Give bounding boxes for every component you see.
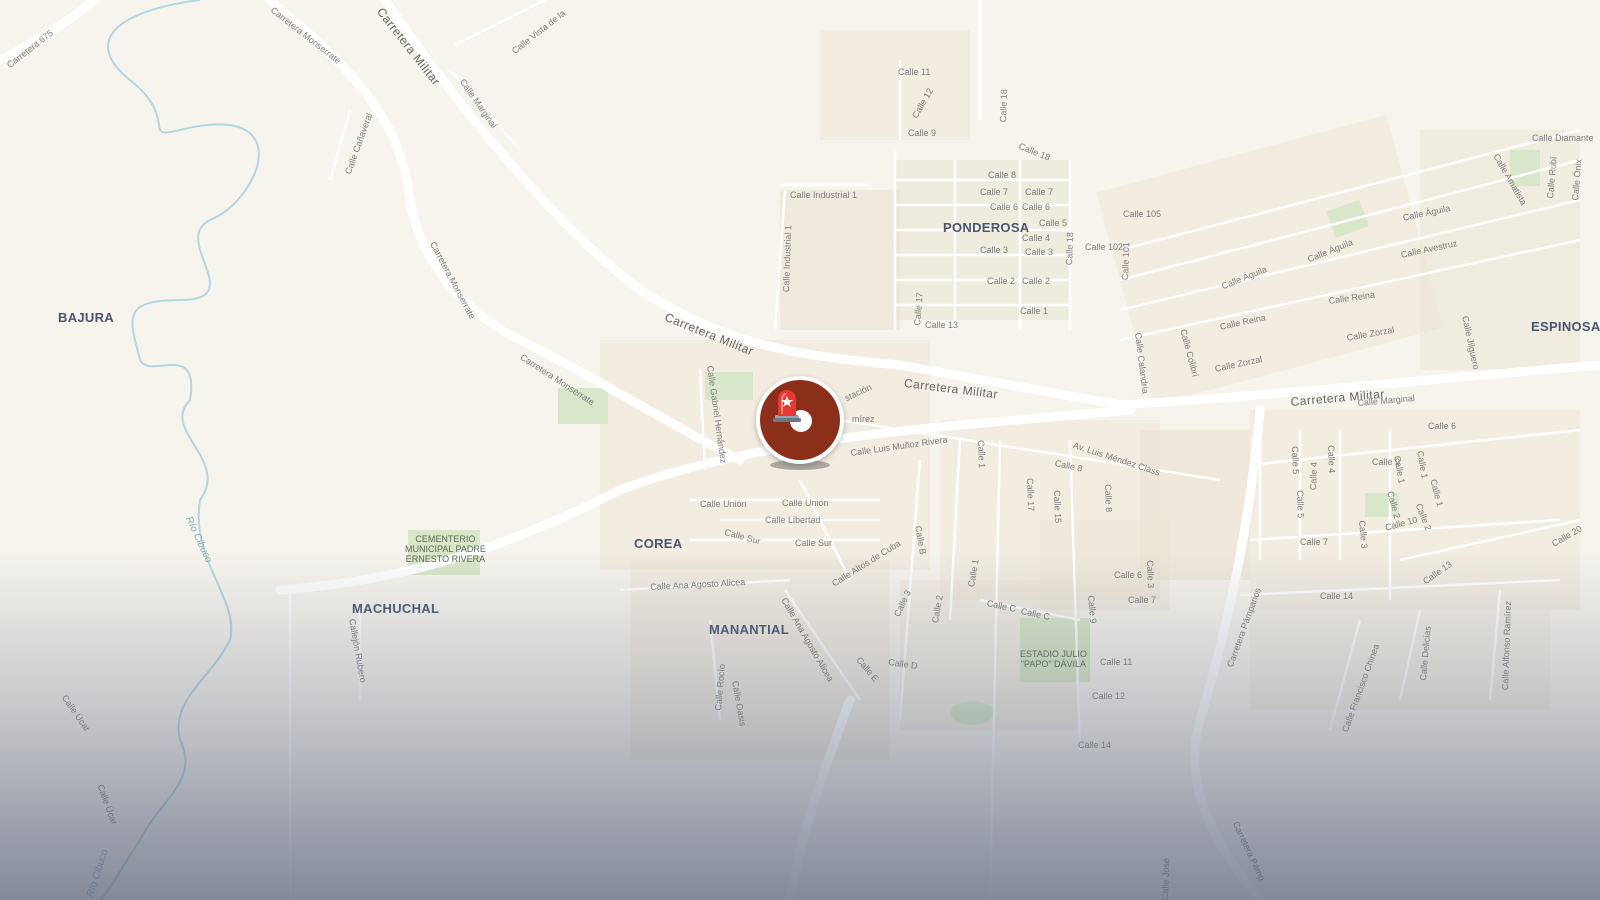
street-label: Calle Unión: [782, 498, 829, 508]
street-label: Calle Sur: [795, 538, 833, 548]
street-label: Calle 12: [1092, 691, 1126, 701]
street-label: Calle 6: [1022, 202, 1051, 212]
street-label: Calle 9: [908, 128, 937, 138]
neighborhood-label-manantial: MANANTIAL: [709, 622, 789, 637]
street-label: Calle 6: [1428, 421, 1457, 431]
street-label: Calle 3: [1145, 560, 1156, 589]
street-label: Calle 15: [1052, 490, 1064, 524]
street-label: Calle 2: [1022, 276, 1051, 286]
street-label: Calle 18: [998, 88, 1010, 123]
neighborhood-label-machuchal: MACHUCHAL: [352, 601, 440, 616]
street-label: Calle 3: [980, 245, 1009, 255]
street-label: Calle 4: [1308, 462, 1319, 491]
street-label: Calle 7: [1300, 537, 1329, 547]
street-label: Calle 5: [1290, 446, 1301, 475]
street-label: Calle 7: [980, 187, 1009, 197]
street-label: Calle 105: [1123, 209, 1162, 219]
street-label: Calle 11: [1100, 657, 1133, 667]
neighborhood-label-corea: COREA: [634, 536, 683, 551]
street-label: Calle 4: [1022, 233, 1051, 243]
street-label: Calle 102: [1085, 242, 1124, 252]
siren-icon: [773, 390, 801, 422]
street-label: Calle 1: [1020, 306, 1049, 316]
street-label: Calle 101: [1120, 241, 1132, 281]
street-label: Calle 8: [988, 170, 1017, 180]
street-label: Calle 5: [1039, 218, 1068, 228]
street-label: mírez: [852, 414, 875, 424]
street-label: Calle Libertad: [765, 515, 821, 525]
street-label: Calle 14: [1078, 740, 1112, 750]
poi-label-cemetery: CEMENTERIO MUNICIPAL PADRE ERNESTO RIVER…: [405, 534, 486, 564]
street-label: Calle 14: [1320, 591, 1354, 601]
street-label: Calle Diamante: [1532, 133, 1594, 143]
street-label: Calle 5: [1295, 490, 1306, 519]
street-label: Calle 1: [976, 440, 987, 469]
street-label: Calle Unión: [700, 499, 747, 509]
neighborhood-label-bajura: BAJURA: [58, 310, 114, 325]
map-canvas[interactable]: BAJURA PONDEROSA ESPINOSA COREA MACHUCHA…: [0, 0, 1600, 900]
neighborhood-label-espinosa: ESPINOSA: [1531, 319, 1600, 334]
street-label: Calle Industrial 1: [790, 190, 858, 200]
street-label: Calle 7: [1025, 187, 1054, 197]
street-label: Calle 18: [1064, 231, 1076, 266]
street-label: Calle 6: [990, 202, 1019, 212]
street-label: Calle 8: [1103, 484, 1114, 513]
location-marker[interactable]: [756, 376, 844, 470]
street-label: Calle 7: [1128, 595, 1157, 605]
street-label: Calle 3: [1025, 247, 1054, 257]
street-label: Calle 17: [1025, 478, 1037, 512]
street-label: Calle 13: [925, 320, 959, 330]
street-label: Calle 6: [1114, 570, 1143, 580]
neighborhood-label-ponderosa: PONDEROSA: [943, 220, 1030, 235]
street-label: Calle 2: [987, 276, 1016, 286]
poi-label-stadium: ESTADIO JULIO "PAPO" DÁVILA: [1020, 649, 1087, 669]
street-label: Calle José: [1160, 857, 1172, 900]
street-label: Calle 11: [898, 67, 931, 77]
street-label: Calle 4: [1326, 445, 1337, 474]
